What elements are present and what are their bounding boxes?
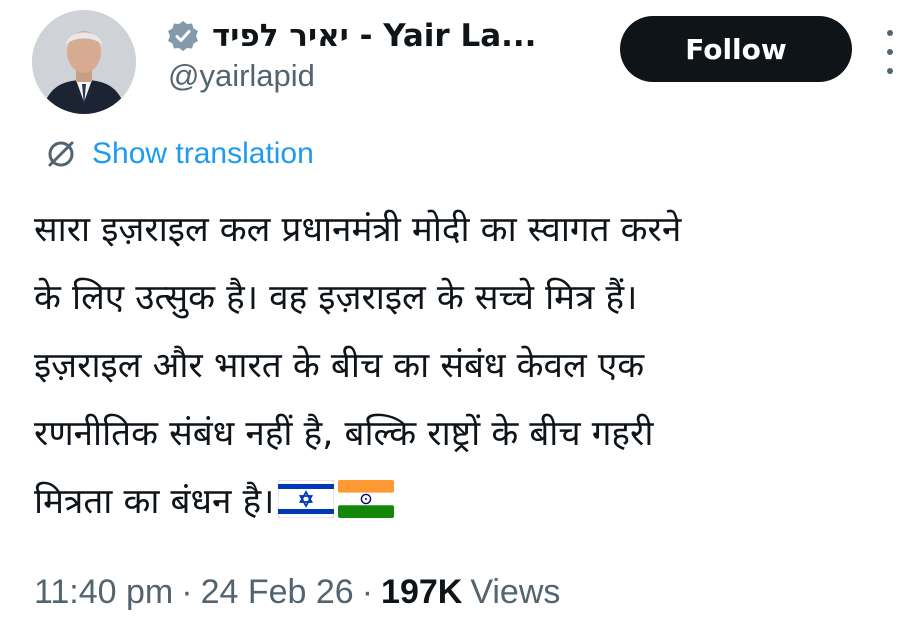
- show-translation-label[interactable]: Show translation: [92, 137, 314, 171]
- tweet-line: के लिए उत्सुक है। वह इज़राइल के सच्चे मि…: [34, 278, 638, 318]
- meta-separator: ·: [361, 572, 374, 611]
- more-vertical-icon[interactable]: [878, 30, 902, 74]
- tweet-line: रणनीतिक संबंध नहीं है, बल्कि राष्ट्रों क…: [34, 414, 654, 454]
- tweet-line: इज़राइल और भारत के बीच का संबंध केवल एक: [34, 346, 645, 386]
- views-count: 197K: [381, 572, 463, 611]
- name-row[interactable]: יאיר לפיד - Yair La...: [166, 14, 536, 58]
- tweet-time[interactable]: 11:40 pm: [34, 573, 173, 612]
- tweet-last-line: मित्रता का बंधन है।: [34, 468, 894, 536]
- follow-button[interactable]: Follow: [620, 16, 852, 82]
- verified-badge-icon: [168, 21, 198, 51]
- more-dot: [887, 49, 893, 55]
- more-dot: [887, 68, 893, 74]
- tweet-page: יאיר לפיד - Yair La... @yairlapid Follow…: [0, 0, 922, 634]
- translate-icon: [48, 141, 74, 167]
- tweet-line: मित्रता का बंधन है।: [34, 482, 275, 522]
- flag-india-icon: [338, 480, 395, 518]
- tweet-text: सारा इज़राइल कल प्रधानमंत्री मोदी का स्व…: [34, 196, 894, 536]
- avatar-portrait-icon: [32, 10, 136, 114]
- more-dot: [887, 30, 893, 36]
- tweet-meta: 11:40 pm · 24 Feb 26 · 197K Views: [34, 566, 560, 618]
- views-label: Views: [470, 572, 561, 611]
- tweet-date[interactable]: 24 Feb 26: [201, 573, 354, 612]
- tweet-line: सारा इज़राइल कल प्रधानमंत्री मोदी का स्व…: [34, 210, 682, 250]
- show-translation-link[interactable]: Show translation: [44, 132, 314, 176]
- user-handle[interactable]: @yairlapid: [168, 58, 315, 94]
- tweet-header: יאיר לפיד - Yair La... @yairlapid Follow: [0, 0, 922, 120]
- meta-separator: ·: [181, 572, 193, 611]
- avatar[interactable]: [32, 10, 136, 114]
- flag-israel-icon: [278, 480, 335, 518]
- display-name[interactable]: יאיר לפיד - Yair La...: [212, 18, 536, 54]
